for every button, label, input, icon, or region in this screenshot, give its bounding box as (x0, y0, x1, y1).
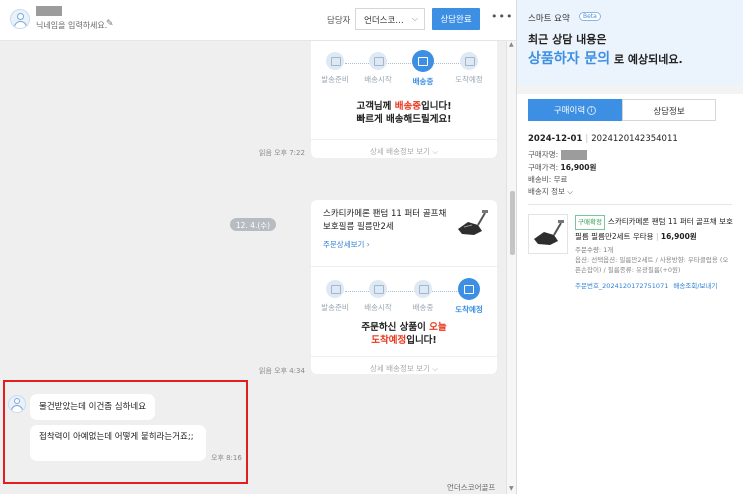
buyer-name: 구매자명: (528, 149, 587, 160)
scroll-down-icon[interactable]: ▼ (509, 485, 514, 492)
message-time: 오후 8:16 (211, 454, 242, 462)
detail-shipping-link[interactable]: 상세 배송정보 보기 ⌵ (311, 139, 497, 157)
nickname-input[interactable]: 닉네임을 입력하세요. (36, 20, 107, 31)
customer-message: 접착력이 아예없는데 어떻게 붙히라는거죠;; (30, 425, 206, 461)
assignee-label: 담당자 (327, 16, 351, 26)
prediction-line1: 최근 상담 내용은 (528, 33, 607, 46)
tracking-link[interactable]: 배송조회/보내기 (673, 282, 717, 290)
panel-gap (517, 86, 743, 94)
delivery-steps: 발송준비 배송시작 배송중 도착예정 (311, 278, 497, 324)
order-detail-link[interactable]: 주문상세보기 › (323, 239, 370, 250)
purchase-price: 구매가격: 16,900원 (528, 163, 597, 172)
step-arriving: 도착예정 (449, 278, 489, 315)
message-meta: 읽음 오후 7:22 (259, 149, 305, 157)
shipping-fee: 배송비: 무료 (528, 175, 568, 184)
step-start: 배송시작 (358, 280, 398, 313)
step-in-transit: 배송중 (403, 50, 443, 87)
prediction-line2: 상품하자 문의 로 예상되네요. (528, 51, 683, 67)
scrollbar-thumb[interactable] (510, 191, 515, 255)
product-image (534, 220, 564, 245)
prediction-category: 상품하자 문의 (528, 51, 611, 67)
tab-purchase-history[interactable]: 구매이력 i (528, 99, 622, 121)
order-number-link[interactable]: 주문번호_2024120172751071 (575, 282, 668, 290)
item-options: 옵션: 선택옵션: 필름만2세트 / 사용방향: 우타클럽용 (오픈손잡이) /… (575, 256, 729, 274)
product-title: 스카티카메론 팬텀 11 퍼터 골프채 보호필름 필름만2세 (323, 209, 447, 232)
delivery-steps: 발송준비 배송시작 배송중 도착예정 (311, 50, 497, 96)
more-icon[interactable]: ••• (491, 10, 513, 23)
delivery-message: 고객님께 배송중입니다! 빠르게 배송해드릴게요! (356, 101, 452, 125)
order-header: 2024-12-01 | 2024120142354011 (528, 134, 678, 144)
item-links: 주문번호_2024120172751071 배송조회/보내기 (575, 280, 717, 290)
shipping-address-toggle[interactable]: 배송지 정보 ⌵ (528, 186, 573, 197)
step-in-transit: 배송중 (403, 280, 443, 313)
tab-consult-info[interactable]: 상담정보 (622, 99, 716, 121)
delivery-message: 주문하신 상품이 오늘 도착예정입니다! (361, 322, 447, 346)
info-icon: i (587, 106, 597, 115)
chat-header: 닉네임을 입력하세요. ✎ 담당자 언더스코… ⌵ 상담완료 ••• (0, 0, 516, 41)
pencil-icon[interactable]: ✎ (106, 19, 114, 29)
consultation-done-button[interactable]: 상담완료 (432, 8, 480, 30)
step-arriving: 도착예정 (449, 52, 489, 85)
scroll-up-icon[interactable]: ▲ (509, 41, 514, 48)
chat-scrollbar[interactable]: ▲ ▼ (506, 41, 516, 494)
item-thumbnail[interactable] (528, 214, 568, 254)
delivery-card-shipping: 발송준비 배송시작 배송중 도착예정 고객님께 배송중입니다! 빠르게 배송해드… (311, 41, 497, 158)
customer-avatar (8, 395, 26, 413)
brand-footer: 언더스코어골프 (447, 483, 496, 492)
assignee-value: 언더스코… (364, 16, 404, 26)
chat-area: 발송준비 배송시작 배송중 도착예정 고객님께 배송중입니다! 빠르게 배송해드… (0, 41, 506, 494)
customer-info-panel: 구매이력 i 상담정보 2024-12-01 | 2024120142354011 구… (517, 94, 743, 494)
chevron-down-icon: ⌵ (411, 14, 418, 23)
assignee-select[interactable]: 언더스코… ⌵ (355, 8, 425, 30)
step-prepare: 발송준비 (315, 280, 355, 313)
purchase-confirmed-badge: 구매확정 (575, 215, 605, 230)
customer-message: 물건받았는데 이건좀 심하네요 (30, 394, 156, 420)
step-prepare: 발송준비 (315, 52, 355, 85)
step-start: 배송시작 (358, 52, 398, 85)
delivery-card-arriving: 스카티카메론 팬텀 11 퍼터 골프채 보호필름 필름만2세 주문상세보기 › … (311, 200, 497, 374)
smart-summary-label: 스마트 요약 (528, 14, 570, 24)
item-title: 구매확정 스카티카메론 팬텀 11 퍼터 골프채 보호필름 필름만2세트 우타용 … (575, 215, 733, 241)
product-image (452, 207, 490, 243)
smart-summary: 스마트 요약 Beta 최근 상담 내용은 상품하자 문의 로 예상되네요. (517, 0, 743, 86)
customer-name-redacted (36, 6, 62, 16)
detail-shipping-link[interactable]: 상세 배송정보 보기 ⌵ (311, 356, 497, 374)
divider (528, 204, 732, 205)
beta-badge: Beta (579, 12, 601, 21)
date-divider: 12. 4.(수) (230, 218, 276, 231)
message-meta: 읽음 오후 4:34 (259, 367, 305, 375)
item-quantity: 주문수량: 1개 (575, 246, 614, 254)
customer-avatar (10, 9, 30, 29)
